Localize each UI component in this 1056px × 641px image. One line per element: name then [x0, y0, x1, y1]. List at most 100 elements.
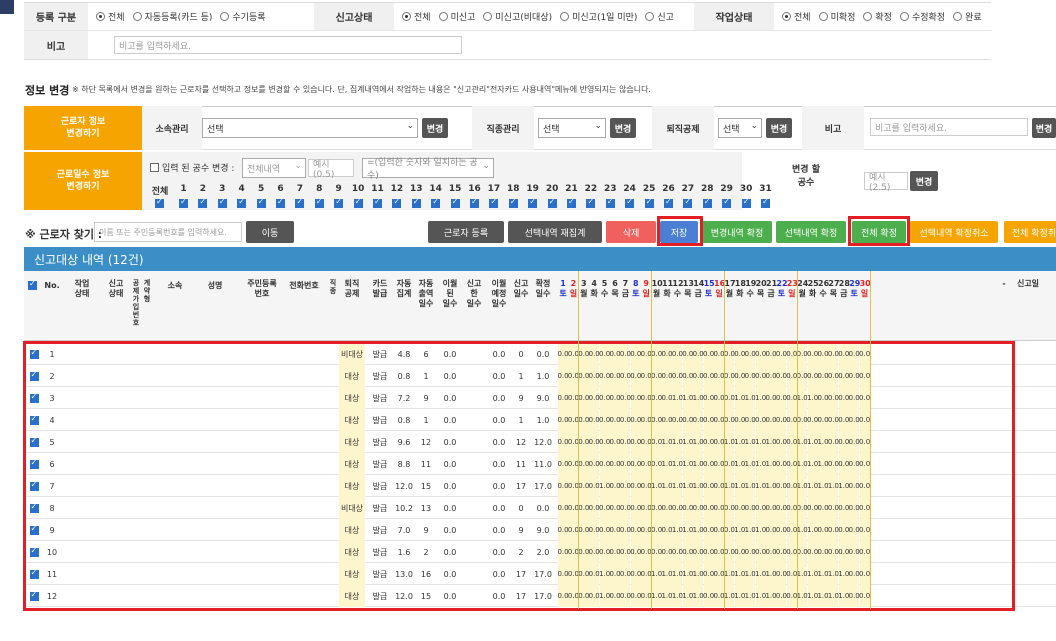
job-label: 직종관리 — [472, 106, 534, 150]
day-check[interactable] — [465, 197, 484, 211]
cal-day-15: 15 토 — [703, 279, 715, 298]
report-opt-all[interactable]: 전체 — [402, 10, 431, 23]
cancel-all-button[interactable]: 전체 확정취 — [1004, 221, 1056, 243]
cal-day-4: 4화 — [590, 279, 598, 298]
cal-day-5: 5수 — [600, 279, 609, 298]
reg-opt-all[interactable]: 전체 — [96, 10, 125, 23]
retire-change-button[interactable]: 변경 — [766, 118, 792, 138]
day-check[interactable] — [717, 197, 736, 211]
day-check[interactable] — [174, 197, 193, 211]
day-check[interactable] — [659, 197, 678, 211]
work-opt-done[interactable]: 완료 — [953, 10, 982, 23]
day-check[interactable] — [562, 197, 581, 211]
day-all-check[interactable] — [150, 197, 169, 211]
day-check[interactable] — [523, 197, 542, 211]
match-select[interactable]: =(입력한 숫자와 일치하는 공수) ⌄ — [362, 158, 494, 181]
work-opt-all[interactable]: 전체 — [782, 10, 811, 23]
day-label: 28 — [701, 184, 714, 194]
recalc-button[interactable]: 선택내역 재집계 — [508, 221, 602, 243]
confirm-selected-button[interactable]: 선택내역 확정 — [776, 221, 846, 243]
day-label: 22 — [584, 184, 598, 194]
day-check[interactable] — [756, 197, 775, 211]
day-check[interactable] — [504, 197, 523, 211]
day-check[interactable] — [368, 197, 387, 211]
day-label: 27 — [681, 184, 695, 194]
dept-select[interactable]: 선택 ⌄ — [202, 118, 418, 138]
dept-change-button[interactable]: 변경 — [422, 118, 448, 138]
change-gongsu-input[interactable]: 예시(2.5) — [864, 172, 908, 193]
col-phone: 전화번호 — [289, 281, 319, 290]
cal-day-13: 13 목 — [682, 279, 694, 298]
work-opt-modconfirmed[interactable]: 수정확정 — [899, 10, 945, 23]
reg-opt-manual[interactable]: 수기등록 — [220, 10, 266, 23]
memo-input[interactable]: 비고를 입력하세요. — [114, 36, 462, 54]
workday-change-label: 근로일수 정보 변경하기 — [24, 152, 142, 210]
register-worker-button[interactable]: 근로자 등록 — [428, 221, 504, 243]
report-opt-unreported[interactable]: 미신고 — [438, 10, 475, 23]
report-opt-under1[interactable]: 미신고(1일 미만) — [560, 10, 637, 23]
nav-corner-icon[interactable] — [0, 0, 14, 14]
confirm-changes-button[interactable]: 변경내역 확정 — [702, 221, 772, 243]
cal-day-25: 25 화 — [807, 279, 819, 298]
cal-day-1: 1토 — [559, 279, 567, 298]
select-all-check[interactable] — [28, 279, 37, 293]
day-check[interactable] — [484, 197, 503, 211]
worker-search-input[interactable]: 이름 또는 주민등록번호를 입력하세요. — [94, 222, 242, 242]
day-label: 25 — [642, 184, 656, 194]
col-carry-plan: 이월 예정 일수 — [491, 279, 507, 308]
day-check[interactable] — [290, 197, 309, 211]
day-check[interactable] — [698, 197, 717, 211]
day-check[interactable] — [407, 197, 426, 211]
cal-day-18: 18 화 — [734, 279, 746, 298]
cal-day-11: 11 화 — [662, 279, 674, 298]
work-opt-confirmed[interactable]: 확정 — [863, 10, 892, 23]
cal-day-28: 28 금 — [838, 279, 850, 298]
day-check[interactable] — [387, 197, 406, 211]
gongsu-scope-select[interactable]: 전체내역 ⌄ — [242, 158, 306, 178]
input-gongsu-check[interactable]: 입력 된 공수 변경 : — [150, 161, 234, 174]
retire-select[interactable]: 선택 ⌄ — [718, 118, 762, 138]
memo-change-button[interactable]: 변경 — [1032, 118, 1056, 138]
day-label: 15 — [448, 184, 462, 194]
job-change-button[interactable]: 변경 — [610, 118, 636, 138]
day-check[interactable] — [213, 197, 232, 211]
day-check[interactable] — [737, 197, 756, 211]
day-check[interactable] — [426, 197, 445, 211]
day-check[interactable] — [446, 197, 465, 211]
day-check[interactable] — [193, 197, 212, 211]
cancel-selected-button[interactable]: 선택내역 확정취소 — [910, 221, 998, 243]
cal-day-10: 10 월 — [651, 279, 663, 298]
report-opt-reported[interactable]: 신고 — [645, 10, 674, 23]
day-label: 30 — [739, 184, 753, 194]
day-label: 3 — [219, 184, 226, 194]
day-check[interactable] — [329, 197, 348, 211]
day-check[interactable] — [640, 197, 659, 211]
day-check[interactable] — [620, 197, 639, 211]
delete-button[interactable]: 삭제 — [606, 221, 656, 243]
day-check[interactable] — [349, 197, 368, 211]
memo2-input[interactable]: 비고를 입력하세요. — [870, 118, 1028, 136]
day-label: 5 — [257, 184, 265, 194]
dept-label: 소속관리 — [142, 106, 202, 150]
day-check[interactable] — [232, 197, 251, 211]
example-input[interactable]: 예시(0.5) — [308, 159, 354, 180]
day-check[interactable] — [543, 197, 562, 211]
day-check[interactable] — [271, 197, 290, 211]
day-label: 9 — [335, 184, 342, 194]
cal-day-29: 29 토 — [849, 279, 861, 298]
day-label: 24 — [623, 184, 636, 194]
day-check[interactable] — [678, 197, 697, 211]
day-check[interactable] — [310, 197, 329, 211]
report-opt-nontarget[interactable]: 미신고(비대상) — [483, 10, 552, 23]
work-opt-unconfirmed[interactable]: 미확정 — [818, 10, 855, 23]
move-button[interactable]: 이동 — [246, 221, 294, 243]
day-check[interactable] — [581, 197, 600, 211]
info-change-note: ※ 하단 목록에서 변경을 원하는 근로자를 선택하고 정보를 변경할 수 있습… — [72, 85, 651, 94]
day-label: 21 — [565, 184, 578, 194]
day-check[interactable] — [601, 197, 620, 211]
cal-day-7: 7금 — [621, 279, 630, 298]
reg-opt-auto[interactable]: 자동등록(카드 등) — [132, 10, 212, 23]
day-check[interactable] — [252, 197, 271, 211]
gongsu-change-button[interactable]: 변경 — [910, 171, 938, 191]
job-select[interactable]: 선택 ⌄ — [538, 118, 606, 138]
